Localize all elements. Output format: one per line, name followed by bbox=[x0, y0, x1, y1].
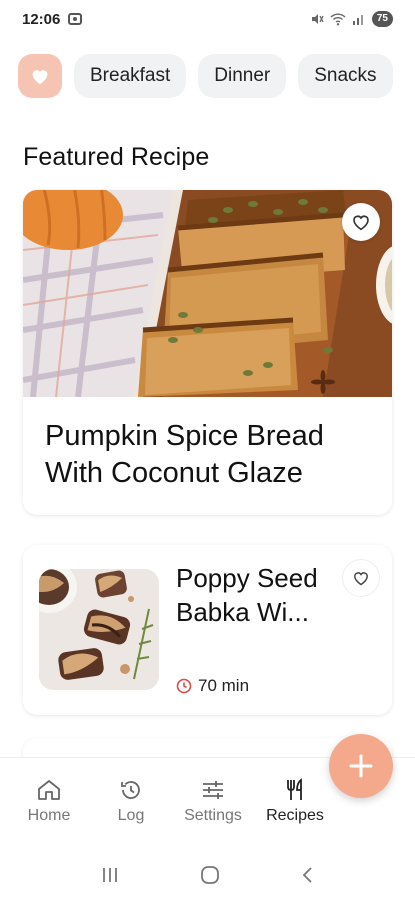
recipe-card[interactable]: Poppy Seed Babka Wi... 70 min bbox=[23, 545, 392, 715]
signal-icon bbox=[352, 15, 363, 25]
heart-filled-icon bbox=[32, 70, 48, 85]
nav-log-label: Log bbox=[117, 807, 145, 824]
featured-favorite-button[interactable] bbox=[342, 203, 380, 241]
featured-recipe-card[interactable]: Pumpkin Spice Bread With Coconut Glaze bbox=[23, 190, 392, 515]
plus-icon bbox=[349, 754, 373, 778]
nav-settings-label: Settings bbox=[184, 807, 242, 824]
back-icon[interactable] bbox=[300, 865, 316, 885]
add-recipe-button[interactable] bbox=[329, 734, 393, 798]
section-title: Featured Recipe bbox=[23, 143, 210, 171]
recipe-time-label: 70 min bbox=[198, 676, 250, 695]
recipe-cook-time: 70 min bbox=[176, 676, 249, 696]
nav-recipes-label: Recipes bbox=[266, 807, 324, 824]
sliders-icon bbox=[203, 781, 223, 799]
home-icon bbox=[38, 780, 60, 800]
history-icon bbox=[121, 781, 140, 799]
system-nav-bar bbox=[0, 850, 415, 900]
chip-breakfast[interactable]: Breakfast bbox=[74, 54, 187, 98]
screenshot-icon bbox=[68, 13, 83, 25]
recipe-title: Poppy Seed Babka Wi... bbox=[176, 563, 318, 627]
nav-log[interactable]: Log bbox=[90, 758, 172, 845]
status-bar: 12:06 75 bbox=[0, 0, 415, 38]
featured-recipe-image bbox=[23, 190, 392, 397]
chip-snacks[interactable]: Snacks bbox=[298, 54, 393, 98]
nav-home-label: Home bbox=[27, 807, 71, 824]
heart-outline-icon bbox=[354, 572, 368, 586]
recipe-thumbnail bbox=[39, 569, 159, 690]
status-icons: 75 bbox=[310, 11, 393, 27]
featured-recipe-title: Pumpkin Spice Bread With Coconut Glaze bbox=[45, 420, 324, 489]
nav-settings[interactable]: Settings bbox=[172, 758, 254, 845]
favorites-chip[interactable] bbox=[18, 54, 62, 98]
chip-dinner[interactable]: Dinner bbox=[198, 54, 287, 98]
recent-apps-icon[interactable] bbox=[100, 866, 120, 884]
fork-knife-icon bbox=[287, 778, 302, 800]
home-circle-icon[interactable] bbox=[199, 864, 221, 886]
nav-recipes[interactable]: Recipes bbox=[254, 758, 336, 845]
clock-icon bbox=[176, 678, 192, 694]
status-time: 12:06 bbox=[22, 10, 61, 28]
wifi-icon bbox=[330, 13, 346, 26]
nav-home[interactable]: Home bbox=[8, 758, 90, 845]
heart-outline-icon bbox=[353, 215, 369, 231]
battery-badge: 75 bbox=[371, 11, 393, 27]
mute-icon bbox=[311, 14, 324, 24]
recipe-favorite-button[interactable] bbox=[342, 559, 380, 597]
category-chips: Breakfast Dinner Snacks bbox=[18, 54, 415, 98]
